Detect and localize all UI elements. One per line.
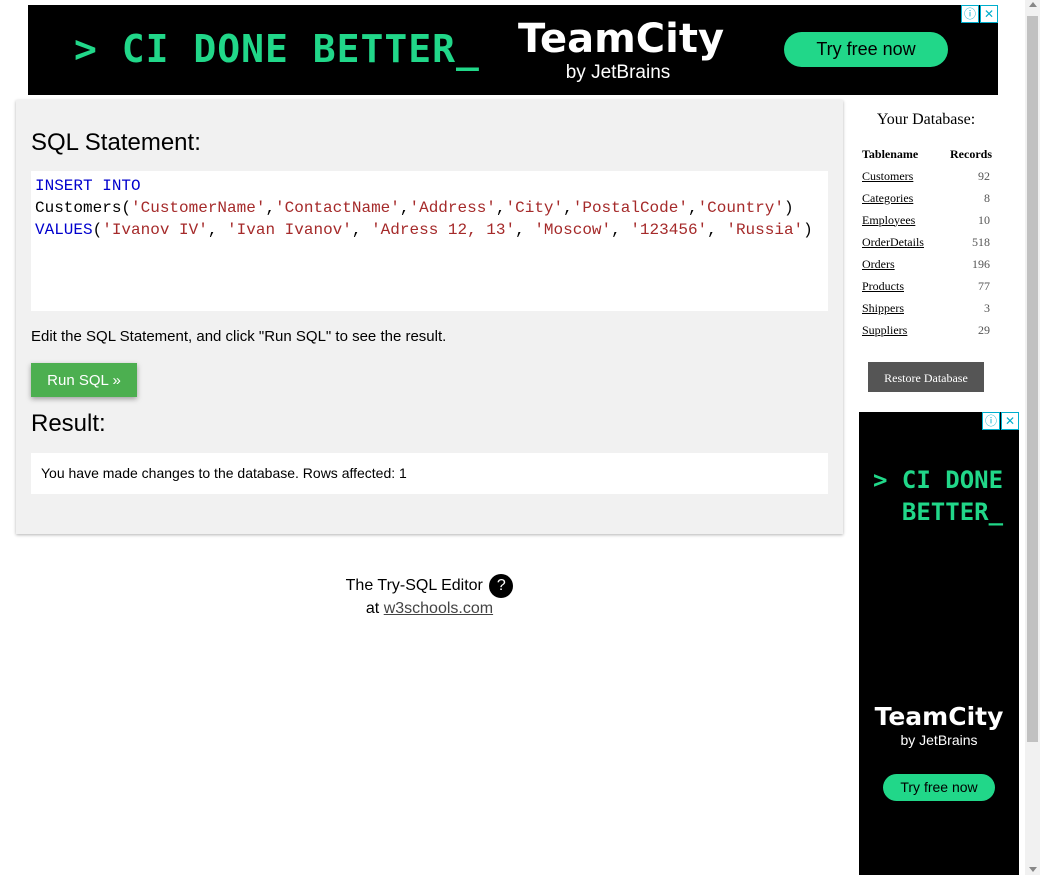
table-link-suppliers[interactable]: Suppliers xyxy=(862,323,907,337)
tablename-header: Tablename xyxy=(862,146,919,161)
table-link-customers[interactable]: Customers xyxy=(862,169,913,183)
run-sql-button[interactable]: Run SQL » xyxy=(31,363,137,397)
ad-brand: TeamCity by JetBrains xyxy=(518,15,725,83)
record-count: 8 xyxy=(984,190,990,205)
scrollbar-thumb[interactable] xyxy=(1027,16,1038,742)
side-banner-ad[interactable]: > CI DONE BETTER_ TeamCity by JetBrains … xyxy=(859,412,1019,875)
sql-punctuation: , xyxy=(207,221,228,239)
page-scrollbar[interactable] xyxy=(1025,0,1040,875)
editor-hint: Edit the SQL Statement, and click "Run S… xyxy=(31,328,447,345)
records-header: Records xyxy=(950,146,992,161)
table-row: Products 77 xyxy=(862,275,992,297)
footer: The Try-SQL Editor ? at w3schools.com xyxy=(16,574,843,620)
close-icon[interactable]: ✕ xyxy=(980,5,998,23)
sql-punctuation: , xyxy=(563,199,573,217)
info-icon[interactable]: ⓘ xyxy=(961,5,979,23)
table-row: Categories 8 xyxy=(862,187,992,209)
w3schools-link[interactable]: w3schools.com xyxy=(384,600,493,617)
ad-choices[interactable]: ⓘ ✕ xyxy=(961,5,998,23)
table-link-categories[interactable]: Categories xyxy=(862,191,913,205)
close-icon[interactable]: ✕ xyxy=(1001,412,1019,430)
code-line: INSERT INTO xyxy=(35,175,824,197)
record-count: 29 xyxy=(978,322,990,337)
ad-brand-name: TeamCity xyxy=(518,16,725,62)
record-count: 92 xyxy=(978,168,990,183)
sql-punctuation: , xyxy=(265,199,276,217)
database-title: Your Database: xyxy=(876,111,976,128)
record-count: 10 xyxy=(978,212,990,227)
table-link-orderdetails[interactable]: OrderDetails xyxy=(862,235,924,249)
sql-keyword: VALUES xyxy=(35,221,93,239)
record-count: 196 xyxy=(972,256,990,271)
ad-try-free-button[interactable]: Try free now xyxy=(784,32,948,67)
side-ad-brand-by: by JetBrains xyxy=(900,732,978,748)
sql-code-editor[interactable]: INSERT INTO Customers('CustomerName','Con… xyxy=(31,171,828,311)
editor-panel: SQL Statement: INSERT INTO Customers('Cus… xyxy=(16,100,843,534)
sql-string: 'Russia' xyxy=(726,221,804,239)
sql-string: 'Ivanov IV' xyxy=(102,221,208,239)
table-row: Suppliers 29 xyxy=(862,319,992,341)
sql-string: 'Ivan Ivanov' xyxy=(227,221,352,239)
sql-string: '123456' xyxy=(630,221,708,239)
side-ad-brand: TeamCity by JetBrains xyxy=(859,702,1019,748)
sql-statement-heading: SQL Statement: xyxy=(31,129,201,156)
sql-punctuation: ) xyxy=(783,199,794,217)
side-ad-try-free-button[interactable]: Try free now xyxy=(883,774,995,801)
table-link-employees[interactable]: Employees xyxy=(862,213,915,227)
sql-string: 'CustomerName' xyxy=(131,199,266,217)
sql-punctuation: ) xyxy=(803,221,813,239)
footer-title: The Try-SQL Editor xyxy=(345,577,483,595)
record-count: 518 xyxy=(972,234,990,249)
sql-keyword: INSERT INTO xyxy=(35,177,141,195)
scroll-down-arrow-icon[interactable] xyxy=(1029,867,1037,872)
sql-punctuation: , xyxy=(495,199,506,217)
table-row: Customers 92 xyxy=(862,165,992,187)
side-ad-tagline: > CI DONE BETTER_ xyxy=(873,466,1004,526)
sql-punctuation: , xyxy=(707,221,727,239)
sql-string: 'PostalCode' xyxy=(572,199,688,217)
result-heading: Result: xyxy=(31,410,106,437)
ad-tagline: > CI DONE BETTER_ xyxy=(74,27,480,71)
database-table: Tablename Records Customers 92 Categories 8… xyxy=(862,143,992,341)
table-row: Employees 10 xyxy=(862,209,992,231)
footer-at: at xyxy=(365,600,380,617)
side-ad-choices[interactable]: ⓘ ✕ xyxy=(982,412,1019,430)
record-count: 3 xyxy=(984,300,990,315)
restore-database-button[interactable]: Restore Database xyxy=(868,362,984,392)
table-row: OrderDetails 518 xyxy=(862,231,992,253)
table-link-orders[interactable]: Orders xyxy=(862,257,895,271)
help-icon[interactable]: ? xyxy=(489,574,514,598)
record-count: 77 xyxy=(978,278,990,293)
table-row: Shippers 3 xyxy=(862,297,992,319)
sql-punctuation: Customers( xyxy=(35,199,132,217)
sql-punctuation: ( xyxy=(92,221,103,239)
sql-string: 'Moscow' xyxy=(534,221,612,239)
sql-string: 'Address' xyxy=(409,199,496,217)
table-link-shippers[interactable]: Shippers xyxy=(862,301,904,315)
sql-string: 'Adress 12, 13' xyxy=(371,221,516,239)
code-line: Customers('CustomerName','ContactName','… xyxy=(35,197,824,219)
sql-string: 'Country' xyxy=(697,199,784,217)
sql-punctuation: , xyxy=(687,199,698,217)
info-icon[interactable]: ⓘ xyxy=(982,412,1000,430)
code-line: VALUES('Ivanov IV', 'Ivan Ivanov', 'Adre… xyxy=(35,219,824,241)
sql-string: 'ContactName' xyxy=(275,199,400,217)
table-row: Orders 196 xyxy=(862,253,992,275)
ad-brand-by: by JetBrains xyxy=(565,62,671,83)
scroll-up-arrow-icon[interactable] xyxy=(1029,2,1037,7)
sql-punctuation: , xyxy=(351,221,372,239)
top-banner-ad[interactable]: > CI DONE BETTER_ TeamCity by JetBrains … xyxy=(28,5,998,95)
sql-punctuation: , xyxy=(611,221,631,239)
sql-string: 'City' xyxy=(505,199,564,217)
result-message: You have made changes to the database. R… xyxy=(31,453,828,494)
side-ad-brand-name: TeamCity xyxy=(874,702,1004,731)
table-link-products[interactable]: Products xyxy=(862,279,904,293)
sql-punctuation: , xyxy=(515,221,535,239)
